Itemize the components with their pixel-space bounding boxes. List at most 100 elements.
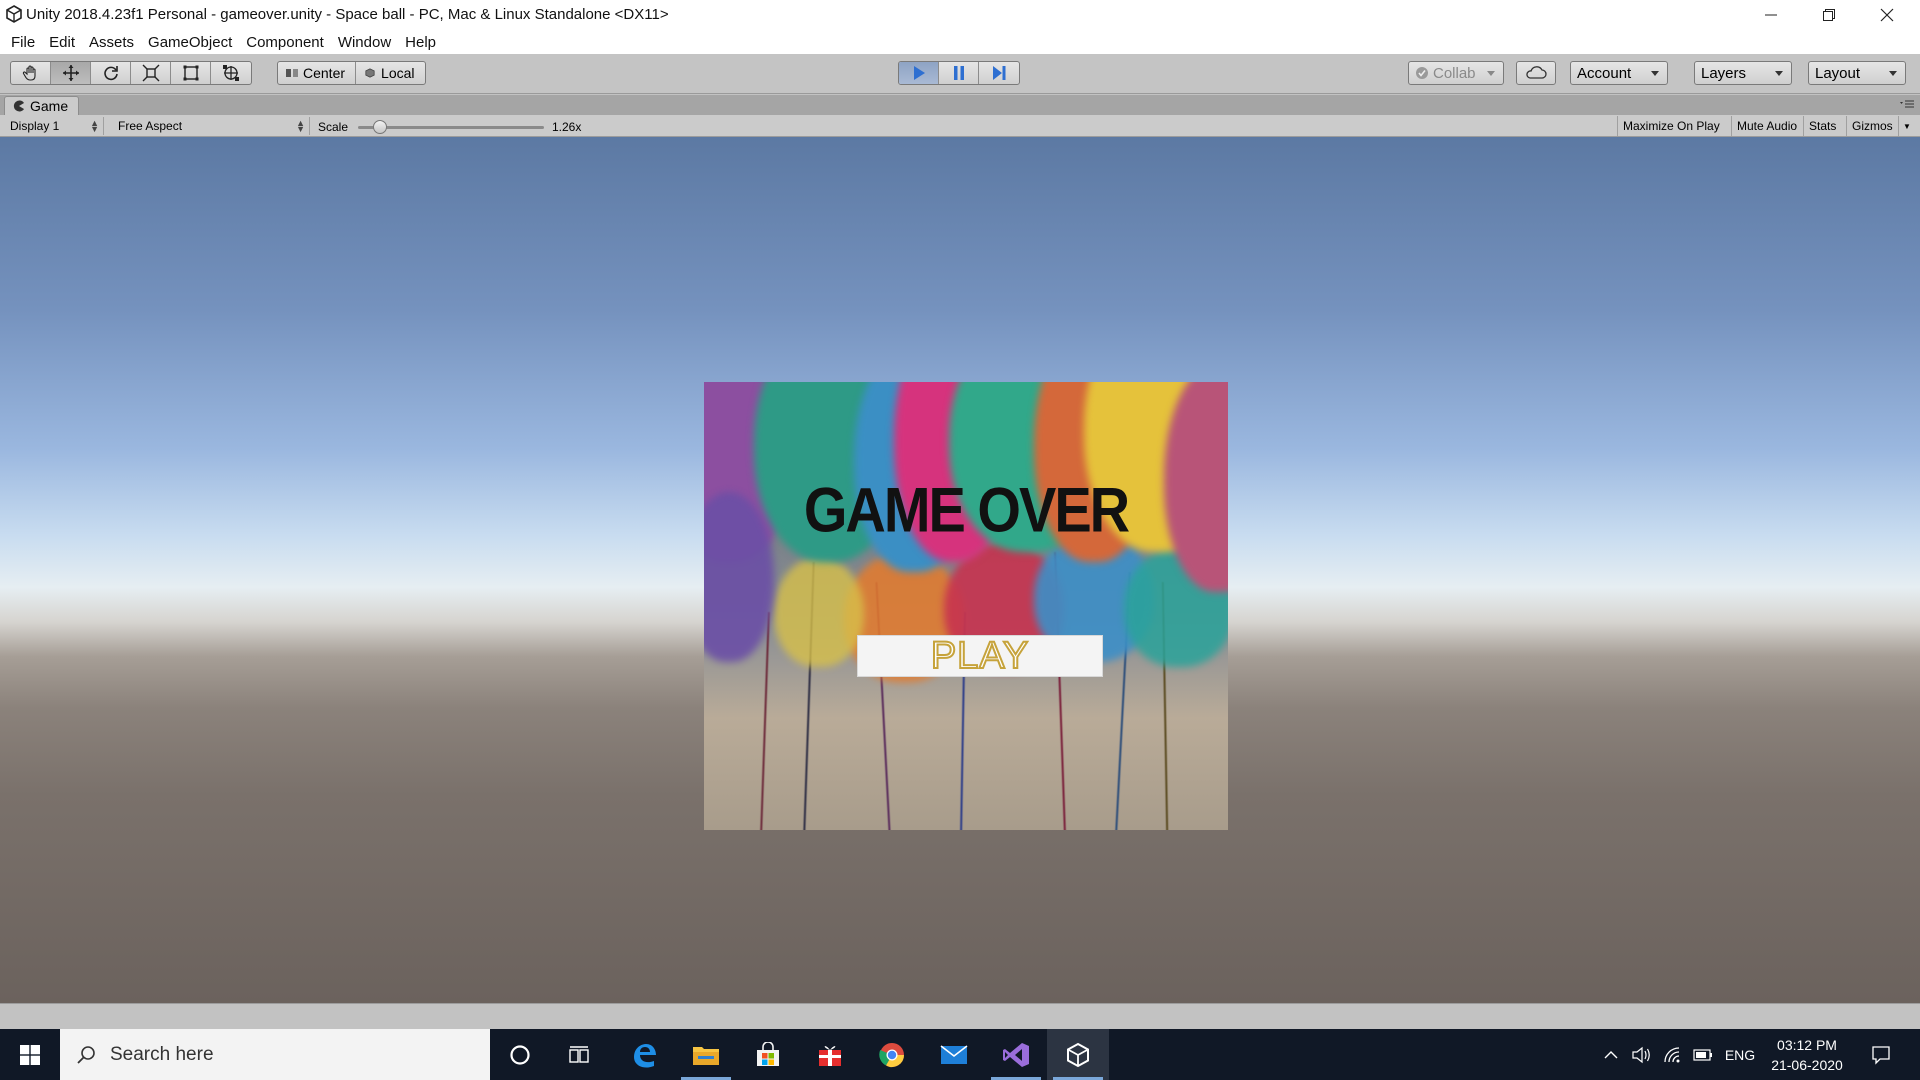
menu-assets[interactable]: Assets (82, 34, 141, 51)
cloud-icon (1526, 66, 1547, 79)
game-viewport[interactable]: GAME OVER PLAY (0, 137, 1920, 1003)
maximize-on-play-toggle[interactable]: Maximize On Play (1617, 116, 1725, 136)
chevron-up-icon (1604, 1050, 1618, 1058)
updown-arrows-icon: ▲ ▼ (90, 118, 99, 134)
tab-game[interactable]: Game (4, 96, 80, 115)
visual-studio-icon (1003, 1042, 1029, 1067)
store-icon (757, 1041, 779, 1066)
edge-button[interactable] (613, 1029, 675, 1080)
step-button[interactable] (979, 62, 1019, 84)
taskbar-search-box[interactable]: Search here (60, 1029, 490, 1080)
combined-transform-icon (223, 65, 239, 81)
language-label: ENG (1724, 1046, 1756, 1063)
layers-dropdown[interactable]: Layers (1694, 61, 1792, 85)
play-again-button[interactable]: PLAY (857, 634, 1103, 678)
chevron-down-icon (1775, 71, 1783, 76)
windows-taskbar: Search here ENG 03:12 PM 21-06-2020 (0, 1029, 1920, 1080)
transform-tool-button[interactable] (211, 62, 251, 84)
transform-tools (10, 61, 252, 85)
cloud-services-button[interactable] (1516, 61, 1556, 85)
account-dropdown[interactable]: Account (1570, 61, 1668, 85)
rotate-icon (103, 66, 118, 81)
taskbar-clock[interactable]: 03:12 PM 21-06-2020 (1764, 1035, 1850, 1075)
gizmos-dropdown[interactable]: Gizmos (1846, 116, 1898, 136)
start-button[interactable] (0, 1029, 60, 1080)
chevron-down-icon (1651, 71, 1659, 76)
clock-time: 03:12 PM (1777, 1037, 1837, 1053)
action-center-button[interactable] (1860, 1029, 1902, 1080)
store-button[interactable] (737, 1029, 799, 1080)
menu-edit[interactable]: Edit (42, 34, 82, 51)
menu-component[interactable]: Component (239, 34, 331, 51)
unity-taskbar-button[interactable] (1047, 1029, 1109, 1080)
play-button[interactable] (899, 62, 939, 84)
unity-logo-icon (6, 5, 22, 23)
scale-slider-thumb[interactable] (373, 120, 388, 134)
account-label: Account (1577, 64, 1632, 82)
chevron-down-icon (1487, 71, 1495, 76)
edge-icon (634, 1043, 656, 1068)
pivot-center-toggle[interactable]: Center (278, 62, 357, 84)
aspect-dropdown[interactable]: Free Aspect ▲ ▼ (112, 117, 310, 135)
file-explorer-icon (693, 1046, 719, 1065)
step-icon (993, 66, 1006, 80)
task-view-button[interactable] (548, 1029, 610, 1080)
center-pivot-icon (286, 69, 298, 77)
stats-label: Stats (1809, 119, 1837, 133)
rect-tool-button[interactable] (171, 62, 211, 84)
file-explorer-button[interactable] (675, 1029, 737, 1080)
input-language-button[interactable]: ENG (1720, 1029, 1760, 1080)
unity-toolbar: Center Local Collab Account Layers Layou… (0, 54, 1920, 94)
wifi-icon (1664, 1046, 1680, 1062)
battery-icon (1693, 1048, 1712, 1061)
mail-icon (940, 1044, 968, 1064)
play-controls (898, 61, 1020, 85)
pause-icon (953, 66, 964, 80)
game-view-controls: Display 1 ▲ ▼ Free Aspect ▲ ▼ Scale 1.26x … (0, 115, 1920, 137)
battery-button[interactable] (1690, 1029, 1716, 1080)
show-hidden-icons-button[interactable] (1600, 1029, 1622, 1080)
scale-tool-button[interactable] (131, 62, 171, 84)
mail-button[interactable] (923, 1029, 985, 1080)
search-icon (77, 1045, 95, 1064)
close-button[interactable] (1858, 0, 1916, 30)
menu-file[interactable]: File (4, 34, 42, 51)
layers-label: Layers (1701, 64, 1747, 82)
chrome-button[interactable] (861, 1029, 923, 1080)
unity-icon (1067, 1042, 1089, 1067)
rotate-tool-button[interactable] (91, 62, 131, 84)
menu-help[interactable]: Help (398, 34, 443, 51)
collab-dropdown[interactable]: Collab (1408, 61, 1504, 85)
hand-tool-button[interactable] (11, 62, 51, 84)
minimize-button[interactable] (1742, 0, 1800, 30)
volume-button[interactable] (1628, 1029, 1654, 1080)
move-tool-button[interactable] (51, 62, 91, 84)
local-space-icon (365, 68, 375, 78)
menu-gameobject[interactable]: GameObject (141, 34, 239, 51)
gizmos-label: Gizmos (1852, 119, 1893, 133)
task-view-icon (569, 1045, 589, 1063)
menu-bar: File Edit Assets GameObject Component Wi… (0, 30, 1920, 54)
layout-dropdown[interactable]: Layout (1808, 61, 1906, 85)
window-title: Unity 2018.4.23f1 Personal - gameover.un… (26, 6, 669, 23)
gift-app-button[interactable] (799, 1029, 861, 1080)
cortana-button[interactable] (489, 1029, 551, 1080)
pause-button[interactable] (939, 62, 979, 84)
scale-value: 1.26x (552, 120, 582, 134)
stats-toggle[interactable]: Stats (1803, 116, 1841, 136)
window-title-bar: Unity 2018.4.23f1 Personal - gameover.un… (0, 0, 1920, 30)
rect-transform-icon (183, 65, 198, 81)
tab-game-label: Game (30, 98, 69, 114)
cortana-icon (510, 1044, 530, 1065)
pivot-local-toggle[interactable]: Local (356, 62, 424, 84)
mute-audio-toggle[interactable]: Mute Audio (1731, 116, 1802, 136)
gizmos-menu-caret[interactable]: ▼ (1898, 116, 1915, 136)
scale-label: Scale (318, 120, 349, 134)
visual-studio-button[interactable] (985, 1029, 1047, 1080)
restore-button[interactable] (1800, 0, 1858, 30)
display-dropdown[interactable]: Display 1 ▲ ▼ (4, 117, 104, 135)
menu-window[interactable]: Window (331, 34, 398, 51)
network-button[interactable] (1660, 1029, 1686, 1080)
editor-status-bar (0, 1003, 1920, 1029)
panel-menu-icon[interactable] (1900, 99, 1914, 111)
